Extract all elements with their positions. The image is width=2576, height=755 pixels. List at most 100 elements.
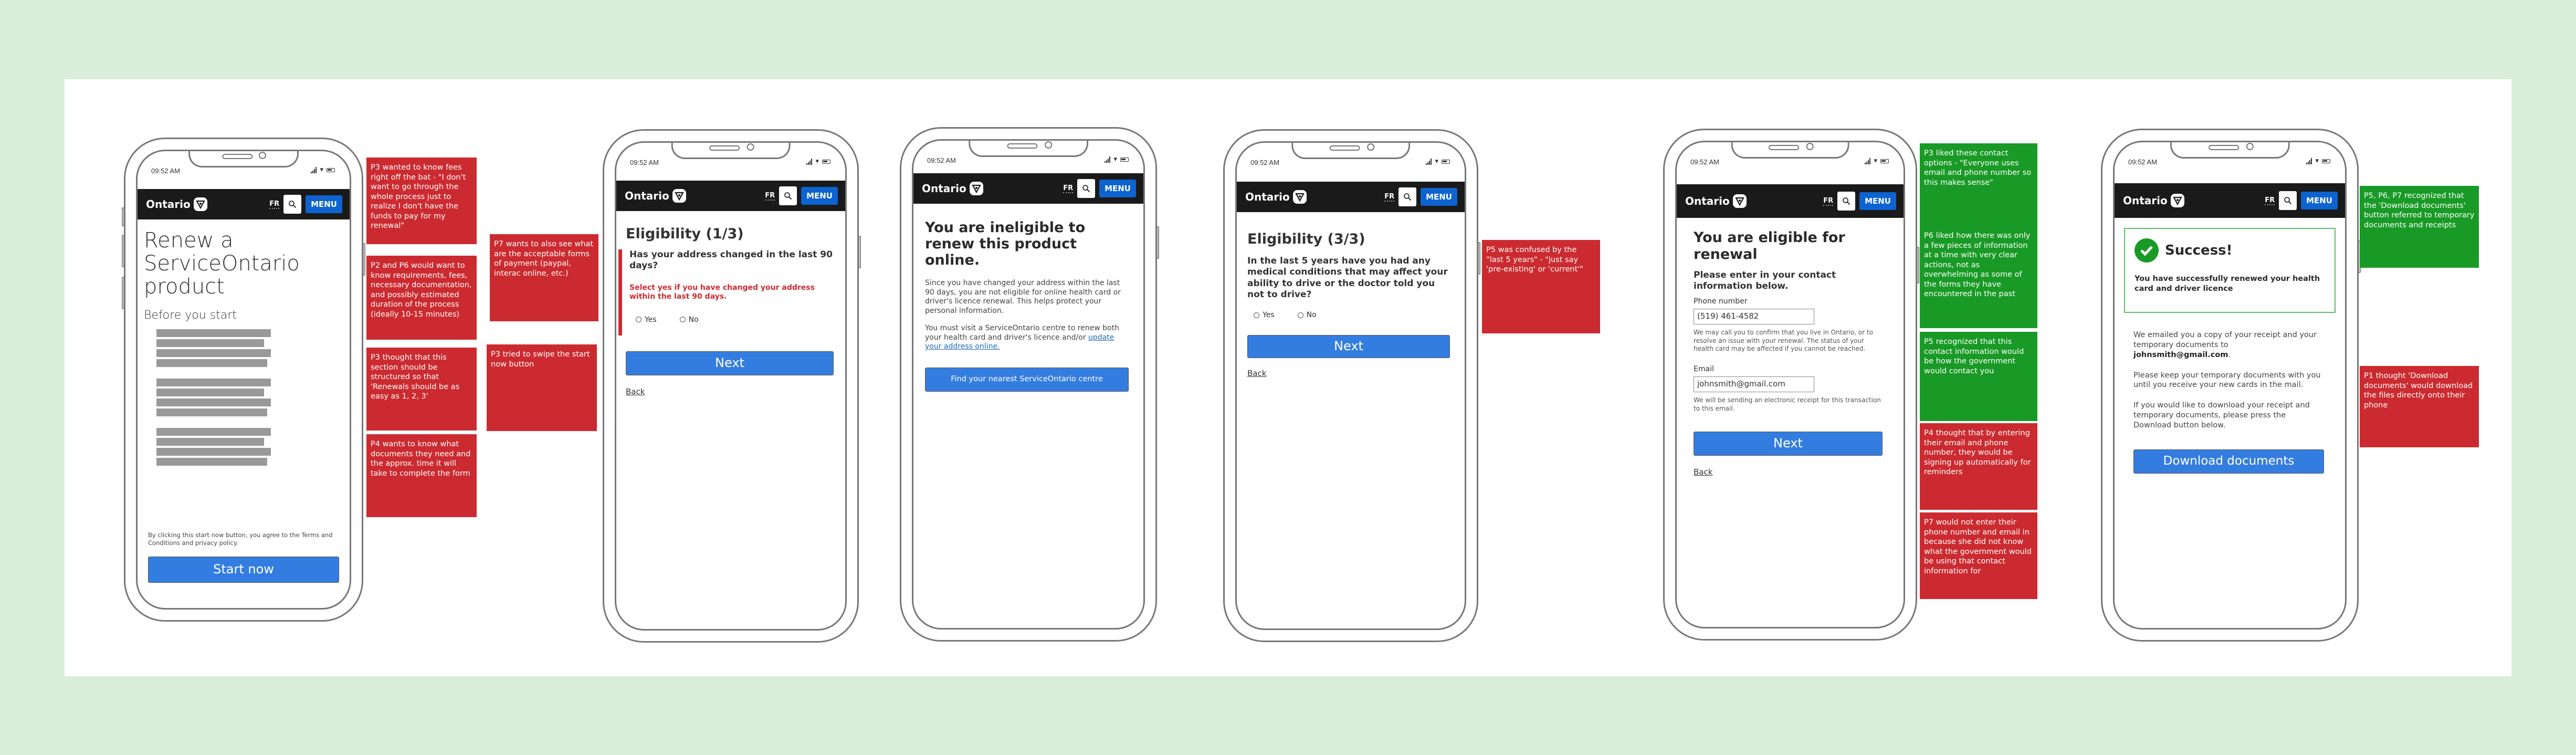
search-button[interactable] — [779, 186, 797, 205]
status-icons: ▾ — [2306, 157, 2330, 165]
wifi-icon: ▾ — [2315, 157, 2319, 165]
phone-input[interactable]: (519) 461-4582 — [1694, 309, 1814, 325]
next-button[interactable]: Next — [626, 351, 834, 375]
page-title: You are eligible for renewal — [1694, 229, 1845, 263]
ontario-header: Ontario FR MENU — [616, 181, 845, 211]
ineligible-reason: Since you have changed your address with… — [925, 279, 1121, 315]
email-input[interactable]: johnsmith@gmail.com — [1694, 376, 1814, 393]
next-button[interactable]: Next — [1247, 335, 1450, 358]
page-title: Renew a ServiceOntario product — [144, 228, 300, 299]
question-label: In the last 5 years have you had any med… — [1247, 256, 1448, 300]
radio-no[interactable]: No — [679, 316, 699, 324]
search-button[interactable] — [1077, 179, 1096, 198]
section-heading: Please enter in your contact information… — [1694, 269, 1836, 292]
phone-ineligible: 09:52 AM ▾ Ontario FR MENU You are ineli… — [900, 127, 1159, 642]
signal-icon — [1865, 158, 1871, 164]
speaker — [1329, 145, 1360, 151]
menu-button[interactable]: MENU — [2301, 192, 2338, 209]
ontario-header: Ontario FR MENU — [1677, 184, 1904, 218]
email-hint: We will be sending an electronic receipt… — [1694, 396, 1881, 412]
search-button[interactable] — [283, 195, 302, 214]
phone-screen: 09:52 AM ▾ Ontario FR MENU Eligibility (… — [615, 141, 847, 631]
search-icon — [2284, 197, 2292, 205]
phone-screen: 09:52 AM ▾ Ontario FR MENU You are ineli… — [912, 139, 1145, 630]
error-message: Select yes if you have changed your addr… — [629, 283, 815, 301]
menu-button[interactable]: MENU — [1421, 188, 1457, 206]
search-icon — [289, 201, 297, 208]
ontario-header: Ontario FR MENU — [1237, 182, 1465, 212]
trillium-icon — [672, 189, 686, 203]
search-button[interactable] — [1399, 187, 1417, 206]
language-toggle[interactable]: FR — [1063, 184, 1074, 193]
back-link[interactable]: Back — [1694, 467, 1712, 477]
back-link[interactable]: Back — [626, 387, 645, 396]
language-toggle[interactable]: FR — [1384, 193, 1395, 202]
note-p3-liked-contact: P3 liked these contact options - "Everyo… — [1920, 143, 2037, 233]
note-p5-p6-p7-recognized-download: P5, P6, P7 recognized that the 'Download… — [2360, 186, 2479, 268]
success-title: Success! — [2165, 243, 2233, 258]
search-button[interactable] — [2279, 191, 2297, 210]
radio-circle-icon — [1297, 312, 1303, 318]
start-now-button[interactable]: Start now — [148, 557, 339, 583]
language-toggle[interactable]: FR — [2265, 196, 2275, 205]
phone-hint: We may call you to confirm that you live… — [1694, 329, 1874, 353]
phone-eligibility-3: 09:52 AM ▾ Ontario FR MENU Eligibility (… — [1223, 129, 1480, 642]
note-p1-download-confusion: P1 thought 'Download documents' would do… — [2360, 366, 2479, 447]
back-link[interactable]: Back — [1247, 369, 1266, 378]
battery-icon — [2322, 159, 2330, 163]
page-title: Eligibility (3/3) — [1247, 231, 1365, 247]
trillium-icon — [1732, 194, 1747, 208]
menu-button[interactable]: MENU — [306, 195, 342, 213]
wifi-icon: ▾ — [1874, 157, 1877, 165]
signal-icon — [806, 158, 813, 165]
ontario-logo[interactable]: Ontario — [2123, 194, 2184, 207]
download-documents-button[interactable]: Download documents — [2133, 449, 2324, 474]
note-p4-reminders: P4 thought that by entering their email … — [1920, 423, 2037, 510]
menu-button[interactable]: MENU — [1859, 192, 1896, 210]
search-button[interactable] — [1837, 192, 1856, 211]
radio-yes[interactable]: Yes — [636, 316, 657, 324]
note-p5-recognized-contact: P5 recognized that this contact informat… — [1920, 332, 2037, 421]
camera — [258, 152, 266, 159]
download-instructions: If you would like to download your recei… — [2133, 401, 2310, 429]
status-icons: ▾ — [1426, 158, 1450, 165]
speaker — [2208, 145, 2239, 150]
ontario-logo[interactable]: Ontario — [146, 197, 207, 211]
ontario-logo[interactable]: Ontario — [625, 189, 686, 203]
language-toggle[interactable]: FR — [1823, 197, 1834, 206]
ontario-logo[interactable]: Ontario — [1245, 190, 1307, 204]
language-toggle[interactable]: FR — [269, 200, 280, 209]
email-label: Email — [1694, 365, 1714, 374]
wifi-icon: ▾ — [815, 158, 819, 165]
status-time: 09:52 AM — [151, 167, 180, 175]
language-toggle[interactable]: FR — [765, 192, 775, 201]
search-icon — [1404, 193, 1412, 201]
note-p7-payment: P7 wants to also see what are the accept… — [490, 234, 598, 321]
wifi-icon: ▾ — [1113, 155, 1117, 163]
ontario-logo[interactable]: Ontario — [1685, 194, 1747, 208]
keep-documents-text: Please keep your temporary documents wit… — [2133, 371, 2321, 390]
phone-eligible-contact: 09:52 AM ▾ Ontario FR MENU You are eligi… — [1663, 129, 1919, 641]
find-centre-button[interactable]: Find your nearest ServiceOntario centre — [925, 367, 1129, 392]
notch — [1291, 143, 1410, 159]
placeholder-text — [156, 329, 271, 466]
menu-button[interactable]: MENU — [801, 187, 838, 205]
page-title: You are ineligible to renew this product… — [925, 219, 1086, 269]
radio-no[interactable]: No — [1297, 311, 1317, 319]
phone-screen: 09:52 AM ▾ Ontario FR MENU You are eligi… — [1675, 141, 1905, 628]
side-button — [858, 236, 861, 268]
phone-screen: 09:52 AM ▾ Ontario FR MENU Success! You … — [2113, 141, 2347, 630]
next-button[interactable]: Next — [1694, 432, 1883, 456]
trillium-icon — [2170, 194, 2184, 207]
status-time: 09:52 AM — [1250, 159, 1279, 166]
radio-circle-icon — [679, 317, 686, 322]
ontario-header: Ontario FR MENU — [138, 189, 350, 219]
status-time: 09:52 AM — [1690, 158, 1719, 166]
signal-icon — [311, 166, 317, 173]
speaker — [1007, 143, 1038, 149]
radio-yes[interactable]: Yes — [1254, 311, 1275, 319]
ontario-header: Ontario FR MENU — [2115, 183, 2345, 218]
menu-button[interactable]: MENU — [1099, 180, 1136, 197]
ontario-logo[interactable]: Ontario — [922, 182, 983, 195]
note-p6-liked-simplicity: P6 liked how there was only a few pieces… — [1920, 226, 2037, 328]
